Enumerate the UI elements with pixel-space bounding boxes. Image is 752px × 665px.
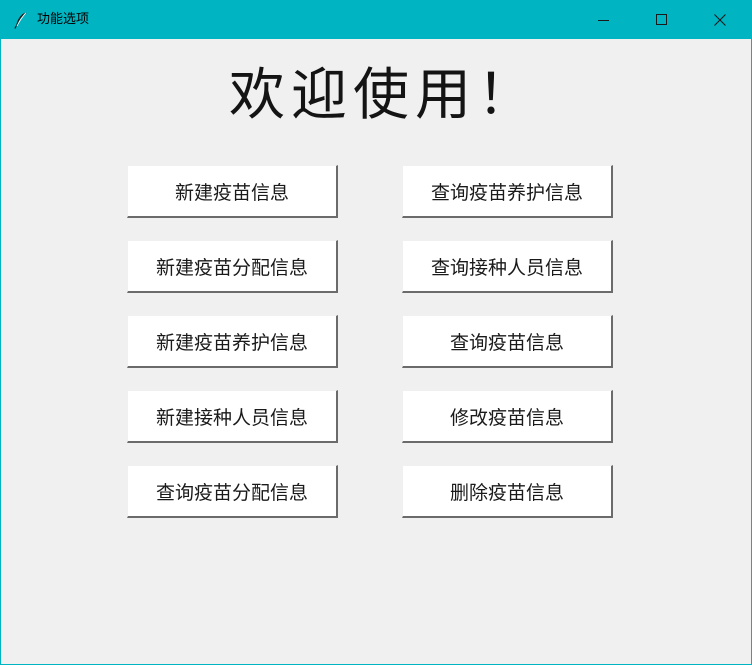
main-panel: 欢迎使用！ 新建疫苗信息 查询疫苗养护信息 新建疫苗分配信息 查询接种人员信息 … — [1, 39, 751, 664]
query-vaccine-distribution-info-button[interactable]: 查询疫苗分配信息 — [127, 465, 338, 518]
new-vaccine-info-button[interactable]: 新建疫苗信息 — [127, 165, 338, 218]
close-icon — [714, 14, 726, 26]
modify-vaccine-info-button[interactable]: 修改疫苗信息 — [402, 390, 613, 443]
minimize-icon — [598, 20, 609, 21]
title-bar[interactable]: 功能选项 — [1, 1, 751, 39]
new-vaccine-care-info-button[interactable]: 新建疫苗养护信息 — [127, 315, 338, 368]
query-vaccine-care-info-button[interactable]: 查询疫苗养护信息 — [402, 165, 613, 218]
query-vaccinator-info-button[interactable]: 查询接种人员信息 — [402, 240, 613, 293]
close-button[interactable] — [691, 1, 749, 39]
minimize-button[interactable] — [575, 1, 633, 39]
maximize-icon — [656, 14, 667, 25]
new-vaccine-distribution-info-button[interactable]: 新建疫苗分配信息 — [127, 240, 338, 293]
welcome-heading: 欢迎使用！ — [229, 63, 539, 128]
new-vaccinator-info-button[interactable]: 新建接种人员信息 — [127, 390, 338, 443]
app-window: 功能选项 欢迎使用！ 新建疫苗信息 查询疫苗养护信息 新建疫苗分配信息 查询接种… — [0, 0, 752, 665]
query-vaccine-info-button[interactable]: 查询疫苗信息 — [402, 315, 613, 368]
maximize-button[interactable] — [633, 1, 691, 39]
window-title: 功能选项 — [37, 12, 90, 27]
feather-icon — [11, 10, 31, 30]
delete-vaccine-info-button[interactable]: 删除疫苗信息 — [402, 465, 613, 518]
